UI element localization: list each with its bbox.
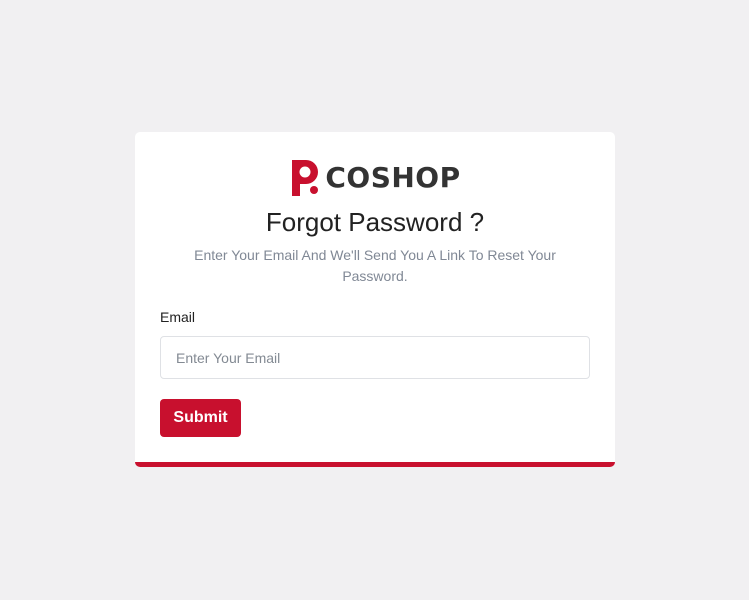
page-title: Forgot Password ? bbox=[265, 207, 485, 237]
card-accent-bar bbox=[135, 462, 615, 467]
brand-name: COSHOP bbox=[325, 161, 461, 194]
brand-logo: COSHOP bbox=[135, 158, 615, 198]
email-label: Email bbox=[160, 309, 196, 325]
page-subtitle: Enter Your Email And We'll Send You A Li… bbox=[194, 247, 556, 284]
submit-button[interactable]: Submit bbox=[160, 399, 241, 437]
coshop-logo-icon bbox=[292, 160, 319, 196]
forgot-password-card: COSHOP Forgot Password ? Enter Your Emai… bbox=[135, 132, 615, 467]
email-field[interactable] bbox=[160, 336, 590, 379]
